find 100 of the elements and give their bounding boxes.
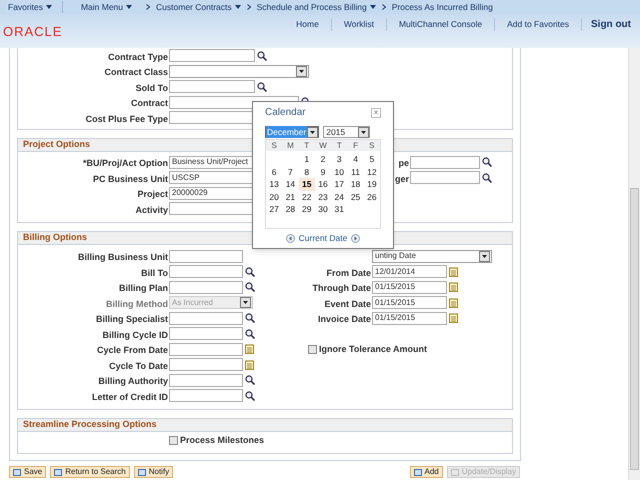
calendar-day[interactable]: 21 xyxy=(282,190,299,203)
field-label: Billing Specialist xyxy=(96,314,168,324)
calendar-day[interactable]: 23 xyxy=(314,190,332,203)
input-field[interactable]: 12/01/2014 xyxy=(372,265,447,278)
close-button[interactable]: × xyxy=(371,108,381,118)
checkbox[interactable] xyxy=(308,344,317,354)
calendar-day[interactable]: 17 xyxy=(331,178,348,190)
calendar-day[interactable]: 5 xyxy=(364,153,380,166)
year-dropdown[interactable]: 2015 xyxy=(323,126,370,138)
input-field[interactable]: 01/15/2015 xyxy=(372,312,447,325)
input-field[interactable] xyxy=(169,80,255,94)
calendar-day[interactable]: 16 xyxy=(314,178,332,190)
input-field[interactable]: 01/15/2015 xyxy=(372,296,447,310)
input-field[interactable] xyxy=(169,327,243,340)
search-icon[interactable] xyxy=(245,390,255,401)
calendar-day[interactable]: 19 xyxy=(364,178,380,190)
header-link[interactable]: Worklist xyxy=(332,18,387,31)
input-field[interactable] xyxy=(169,358,243,372)
search-icon[interactable] xyxy=(245,282,255,292)
calendar-day[interactable]: 27 xyxy=(266,203,282,216)
dropdown-field[interactable] xyxy=(169,64,309,78)
calendar-day[interactable]: 25 xyxy=(347,190,364,203)
weekday-label: M xyxy=(286,140,295,152)
header-link[interactable]: Add to Favorites xyxy=(495,18,582,31)
calendar-day[interactable]: 12 xyxy=(364,166,380,178)
calendar-day[interactable]: 31 xyxy=(331,203,348,216)
chevron-icon xyxy=(382,4,386,10)
sign-out-link[interactable]: Sign out xyxy=(582,17,640,32)
input-field[interactable] xyxy=(169,342,243,356)
search-icon[interactable] xyxy=(257,50,267,61)
button-icon xyxy=(13,468,21,476)
logo: ORACLE xyxy=(3,25,62,38)
search-icon[interactable] xyxy=(482,157,492,168)
toolbar-button[interactable]: Save xyxy=(9,466,46,478)
nav-menu[interactable]: Process As Incurred Billing xyxy=(392,0,493,14)
calendar-icon[interactable] xyxy=(449,266,458,277)
checkbox[interactable] xyxy=(169,436,178,445)
nav-menu[interactable]: Main Menu xyxy=(80,0,140,14)
search-icon[interactable] xyxy=(245,266,255,277)
calendar-day[interactable]: 3 xyxy=(331,153,348,166)
input-field[interactable] xyxy=(169,111,255,124)
header-link[interactable]: MultiChannel Console xyxy=(386,18,496,31)
scrollbar-thumb[interactable] xyxy=(630,188,639,470)
input-field[interactable] xyxy=(410,156,480,169)
field-label: *BU/Proj/Act Option xyxy=(83,158,168,168)
field-label: Letter of Credit ID xyxy=(92,392,168,402)
section-header: Streamline Processing Options xyxy=(18,418,512,432)
field-label: Through Date xyxy=(312,283,371,294)
calendar-day[interactable]: 24 xyxy=(331,190,348,203)
toolbar-button[interactable]: Add xyxy=(410,466,443,478)
calendar-day[interactable]: 15 xyxy=(298,178,315,190)
calendar-day[interactable]: 1 xyxy=(298,153,315,166)
calendar-icon[interactable] xyxy=(449,313,458,324)
calendar-day[interactable]: 28 xyxy=(282,203,299,216)
search-icon[interactable] xyxy=(482,172,492,183)
calendar-day[interactable]: 10 xyxy=(331,166,348,178)
search-icon[interactable] xyxy=(257,82,267,92)
input-field[interactable] xyxy=(169,389,243,402)
calendar-day[interactable]: 30 xyxy=(314,203,332,216)
scrollbar[interactable] xyxy=(628,48,640,480)
field-label: Event Date xyxy=(324,298,371,309)
button-icon xyxy=(54,468,62,476)
calendar-icon[interactable] xyxy=(449,298,458,308)
toolbar-button[interactable]: Notify xyxy=(134,466,174,478)
button-icon xyxy=(414,468,422,476)
input-field[interactable] xyxy=(169,312,243,325)
input-field[interactable] xyxy=(169,49,255,62)
previous-icon[interactable] xyxy=(286,234,295,243)
weekday-label: W xyxy=(318,140,328,152)
input-field[interactable] xyxy=(169,280,243,294)
input-field[interactable] xyxy=(169,265,243,278)
input-field[interactable]: 01/15/2015 xyxy=(372,280,447,294)
calendar-day[interactable]: 2 xyxy=(314,153,332,166)
calendar-day[interactable]: 11 xyxy=(347,166,364,178)
nav-menu[interactable]: Favorites xyxy=(0,0,63,14)
nav-menu[interactable]: Schedule and Process Billing xyxy=(256,0,376,14)
toolbar-button[interactable]: Return to Search xyxy=(50,466,130,478)
search-icon[interactable] xyxy=(245,313,255,324)
search-icon[interactable] xyxy=(245,375,255,386)
header-link[interactable]: Home xyxy=(284,18,332,31)
button-icon xyxy=(450,468,459,476)
dropdown-field[interactable]: unting Date xyxy=(372,250,492,263)
calendar-day[interactable]: 29 xyxy=(298,203,315,216)
calendar-icon[interactable] xyxy=(245,344,254,354)
search-icon[interactable] xyxy=(245,328,255,339)
calendar-icon[interactable] xyxy=(449,282,458,292)
calendar-day[interactable]: 4 xyxy=(347,153,364,166)
calendar-icon[interactable] xyxy=(245,360,254,370)
nav-menu[interactable]: Customer Contracts xyxy=(156,0,241,14)
calendar-day[interactable]: 8 xyxy=(298,166,315,178)
calendar-day[interactable]: 20 xyxy=(266,190,282,203)
next-icon[interactable] xyxy=(351,234,360,243)
calendar-day[interactable]: 22 xyxy=(298,190,315,203)
current-date-link[interactable]: Current Date xyxy=(298,232,348,245)
calendar-day[interactable]: 18 xyxy=(347,178,364,190)
calendar-day[interactable]: 9 xyxy=(314,166,332,178)
calendar-day[interactable]: 26 xyxy=(364,190,380,203)
input-field[interactable] xyxy=(169,374,243,387)
input-field[interactable] xyxy=(169,250,243,263)
input-field[interactable] xyxy=(410,171,480,184)
